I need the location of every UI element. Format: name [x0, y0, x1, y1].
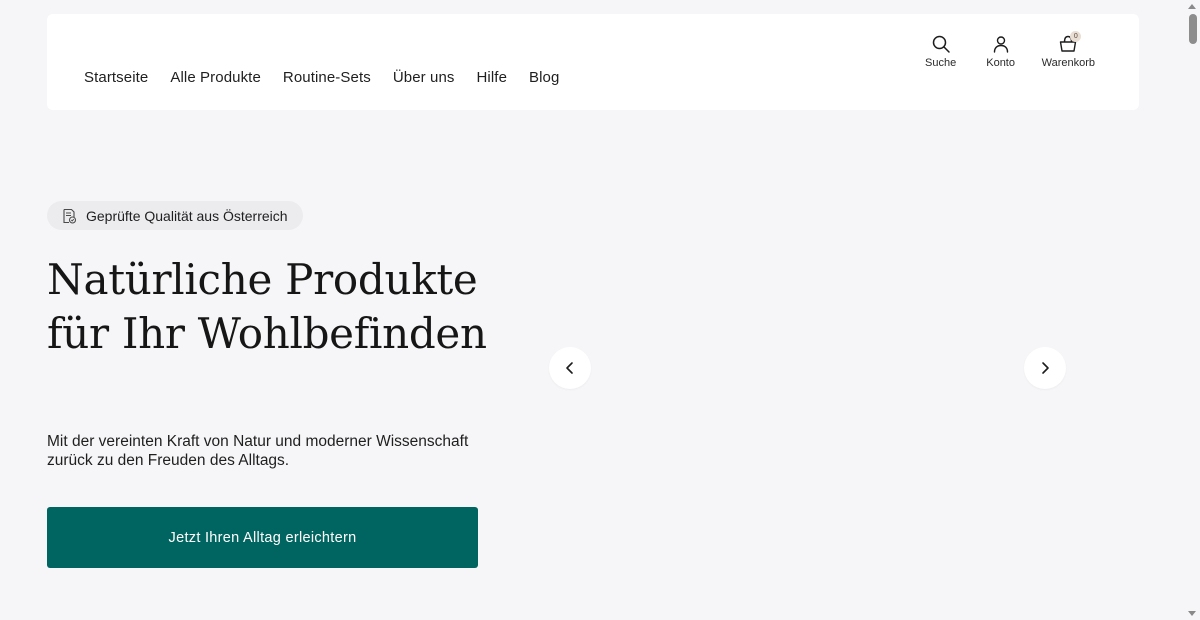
product-carousel	[540, 140, 1080, 600]
page: Startseite Alle Produkte Routine-Sets Üb…	[0, 0, 1200, 620]
hero-title: Natürliche Produkte für Ihr Wohlbefinden	[47, 255, 487, 358]
scrollbar[interactable]	[1185, 0, 1200, 620]
certificate-check-icon	[63, 208, 77, 224]
quality-badge: Geprüfte Qualität aus Österreich	[47, 201, 303, 230]
nav-item-startseite[interactable]: Startseite	[84, 69, 148, 86]
search-label: Suche	[925, 57, 957, 69]
cart-label: Warenkorb	[1041, 57, 1095, 69]
nav-item-hilfe[interactable]: Hilfe	[477, 69, 508, 86]
main-nav: Startseite Alle Produkte Routine-Sets Üb…	[84, 69, 559, 86]
nav-item-alle-produkte[interactable]: Alle Produkte	[170, 69, 261, 86]
user-icon	[993, 36, 1008, 53]
nav-item-ueber-uns[interactable]: Über uns	[393, 69, 455, 86]
quality-badge-text: Geprüfte Qualität aus Österreich	[86, 207, 288, 224]
search-icon	[932, 35, 950, 53]
account-label: Konto	[986, 57, 1015, 69]
carousel-prev-button[interactable]	[549, 347, 591, 389]
cart-button[interactable]: 0 Warenkorb	[1041, 31, 1095, 69]
header-actions: Suche Konto 0 Warenkorb	[922, 31, 1095, 69]
cta-button[interactable]: Jetzt Ihren Alltag erleichtern	[47, 507, 478, 568]
chevron-left-icon	[566, 362, 573, 374]
nav-item-routine-sets[interactable]: Routine-Sets	[283, 69, 371, 86]
scroll-up-arrow[interactable]	[1188, 4, 1196, 9]
cart-count-badge: 0	[1070, 31, 1082, 42]
scroll-thumb[interactable]	[1189, 14, 1197, 44]
site-header: Startseite Alle Produkte Routine-Sets Üb…	[47, 14, 1139, 110]
hero-subtitle: Mit der vereinten Kraft von Natur und mo…	[47, 433, 469, 469]
carousel-next-button[interactable]	[1024, 347, 1066, 389]
account-button[interactable]: Konto	[982, 34, 1020, 69]
search-button[interactable]: Suche	[922, 34, 960, 69]
nav-item-blog[interactable]: Blog	[529, 69, 559, 86]
cart-icon-wrapper: 0	[1058, 31, 1082, 54]
chevron-right-icon	[1042, 362, 1049, 374]
scroll-down-arrow[interactable]	[1188, 611, 1196, 616]
